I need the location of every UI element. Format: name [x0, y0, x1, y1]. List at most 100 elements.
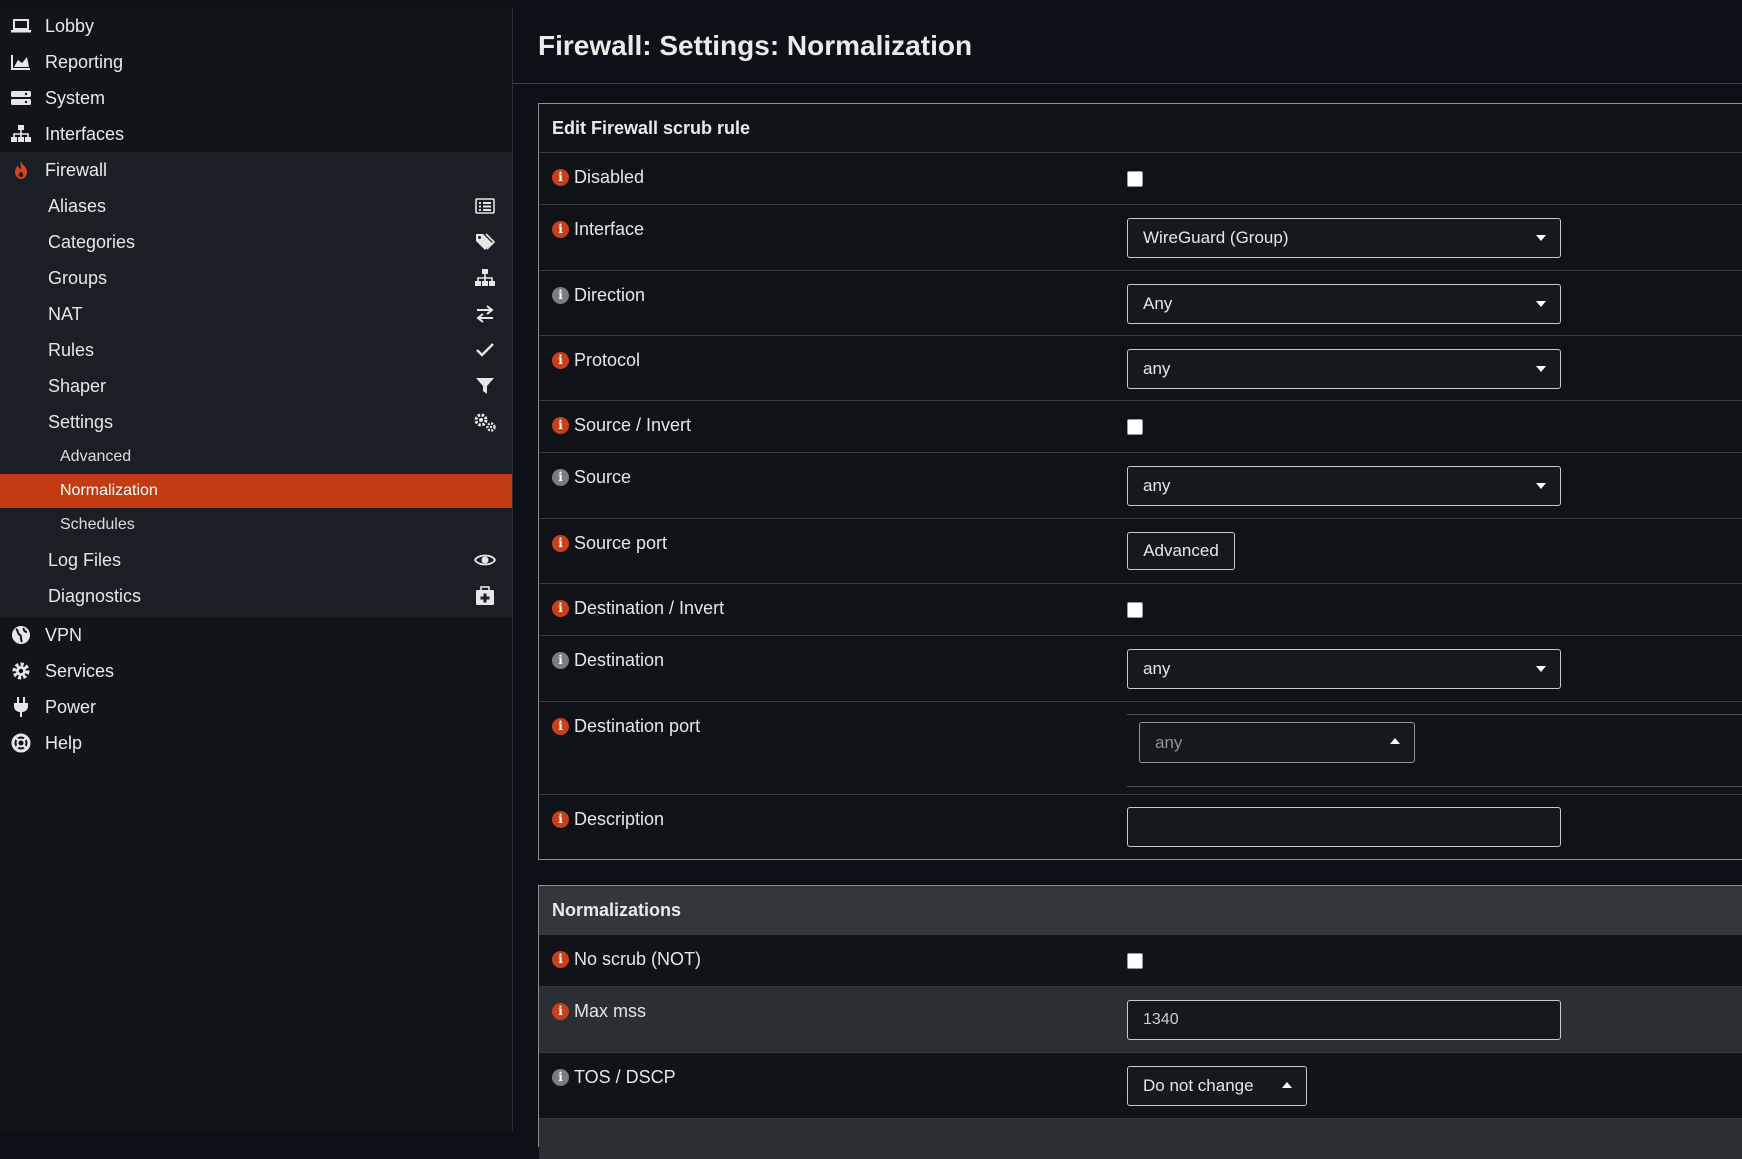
sidebar-item-categories[interactable]: Categories [0, 224, 512, 260]
protocol-select[interactable]: any [1127, 349, 1561, 389]
sidebar: Lobby Reporting System Interfaces Firewa… [0, 8, 513, 1131]
label-text: Disabled [574, 167, 645, 187]
label-text: No scrub (NOT) [574, 949, 702, 969]
info-icon[interactable]: i [552, 469, 569, 486]
row-destination: i Destination any [539, 635, 1742, 702]
source-port-advanced-button[interactable]: Advanced [1127, 532, 1235, 570]
info-icon[interactable]: i [552, 417, 569, 434]
sidebar-item-label: Services [45, 660, 115, 681]
info-icon[interactable]: i [552, 652, 569, 669]
field-label: i Direction [552, 285, 645, 306]
sidebar-item-rules[interactable]: Rules [0, 332, 512, 368]
sidebar-item-settings[interactable]: Settings [0, 404, 512, 440]
sidebar-item-advanced[interactable]: Advanced [0, 440, 512, 474]
sidebar-item-vpn[interactable]: VPN [0, 617, 512, 653]
field-label: i Max mss [552, 1001, 646, 1022]
no-scrub-checkbox[interactable] [1127, 953, 1143, 969]
label-text: TOS / DSCP [574, 1067, 676, 1087]
sidebar-item-label: Categories [48, 231, 136, 252]
field-label: i No scrub (NOT) [552, 949, 701, 970]
info-icon[interactable]: i [552, 535, 569, 552]
info-icon[interactable]: i [552, 718, 569, 735]
server-icon [10, 87, 32, 109]
row-next [539, 1118, 1742, 1159]
disabled-checkbox[interactable] [1127, 171, 1143, 187]
source-invert-checkbox[interactable] [1127, 419, 1143, 435]
sidebar-item-label: Normalization [60, 482, 158, 499]
direction-select[interactable]: Any [1127, 284, 1561, 324]
chevron-down-icon [1536, 666, 1546, 672]
row-source: i Source any [539, 452, 1742, 519]
chevron-down-icon [1536, 301, 1546, 307]
area-chart-icon [10, 51, 32, 73]
sidebar-item-label: Schedules [60, 516, 135, 533]
row-protocol: i Protocol any [539, 335, 1742, 401]
destination-invert-checkbox[interactable] [1127, 602, 1143, 618]
sidebar-item-label: Diagnostics [48, 585, 142, 606]
row-destination-port: i Destination port any [539, 701, 1742, 795]
sidebar-item-normalization[interactable]: Normalization [0, 474, 512, 508]
sidebar-item-diagnostics[interactable]: Diagnostics [0, 578, 512, 614]
sitemap-icon [473, 266, 497, 290]
sidebar-item-schedules[interactable]: Schedules [0, 508, 512, 542]
select-value: Do not change [1143, 1076, 1254, 1095]
panel-title: Edit Firewall scrub rule [552, 117, 751, 138]
sidebar-item-label: Settings [48, 411, 114, 432]
panel-title: Normalizations [552, 899, 682, 920]
description-input[interactable] [1127, 807, 1561, 847]
chevron-down-icon [1536, 483, 1546, 489]
filter-icon [473, 374, 497, 398]
sidebar-item-label: Shaper [48, 375, 107, 396]
destination-select[interactable]: any [1127, 649, 1561, 689]
sidebar-item-label: Rules [48, 339, 95, 360]
info-icon[interactable]: i [552, 811, 569, 828]
edit-scrub-rule-panel: Edit Firewall scrub rule i Disabled i In… [538, 103, 1742, 860]
medkit-icon [473, 584, 497, 608]
select-value: any [1155, 733, 1183, 752]
label-text: Max mss [574, 1001, 646, 1021]
laptop-icon [10, 15, 32, 37]
label-text: Protocol [574, 350, 641, 370]
sidebar-item-aliases[interactable]: Aliases [0, 188, 512, 224]
label-text: Source [574, 467, 632, 487]
chevron-down-icon [1536, 366, 1546, 372]
field-label: i Destination / Invert [552, 598, 724, 619]
tos-dscp-select[interactable]: Do not change [1127, 1066, 1307, 1106]
panel-heading: Normalizations [539, 886, 1742, 934]
info-icon[interactable]: i [552, 221, 569, 238]
exchange-icon [473, 302, 497, 326]
sidebar-item-label: Aliases [48, 195, 107, 216]
label-text: Description [574, 809, 665, 829]
interface-select[interactable]: WireGuard (Group) [1127, 218, 1561, 258]
info-icon[interactable]: i [552, 951, 569, 968]
sidebar-item-log-files[interactable]: Log Files [0, 542, 512, 578]
sidebar-item-lobby[interactable]: Lobby [0, 8, 512, 44]
field-label: i Protocol [552, 350, 640, 371]
info-icon[interactable]: i [552, 287, 569, 304]
eye-icon [473, 548, 497, 572]
sidebar-item-help[interactable]: Help [0, 725, 512, 761]
sidebar-item-power[interactable]: Power [0, 689, 512, 725]
info-icon[interactable]: i [552, 352, 569, 369]
max-mss-input[interactable]: 1340 [1127, 1000, 1561, 1040]
info-icon[interactable]: i [552, 1069, 569, 1086]
sidebar-item-shaper[interactable]: Shaper [0, 368, 512, 404]
info-icon[interactable]: i [552, 169, 569, 186]
sidebar-item-label: Interfaces [45, 123, 125, 144]
normalizations-panel: Normalizations i No scrub (NOT) i Max ms… [538, 885, 1742, 1159]
row-direction: i Direction Any [539, 270, 1742, 336]
sidebar-item-interfaces[interactable]: Interfaces [0, 116, 512, 152]
sidebar-item-system[interactable]: System [0, 80, 512, 116]
source-select[interactable]: any [1127, 466, 1561, 506]
label-text: Destination port [574, 716, 701, 736]
info-icon[interactable]: i [552, 600, 569, 617]
field-label: i Source port [552, 533, 667, 554]
main-content: Firewall: Settings: Normalization Edit F… [513, 8, 1742, 1159]
sidebar-item-services[interactable]: Services [0, 653, 512, 689]
sidebar-item-firewall[interactable]: Firewall [0, 152, 512, 188]
sidebar-item-nat[interactable]: NAT [0, 296, 512, 332]
destination-port-select[interactable]: any [1139, 722, 1415, 763]
info-icon[interactable]: i [552, 1003, 569, 1020]
sidebar-item-reporting[interactable]: Reporting [0, 44, 512, 80]
sidebar-item-groups[interactable]: Groups [0, 260, 512, 296]
